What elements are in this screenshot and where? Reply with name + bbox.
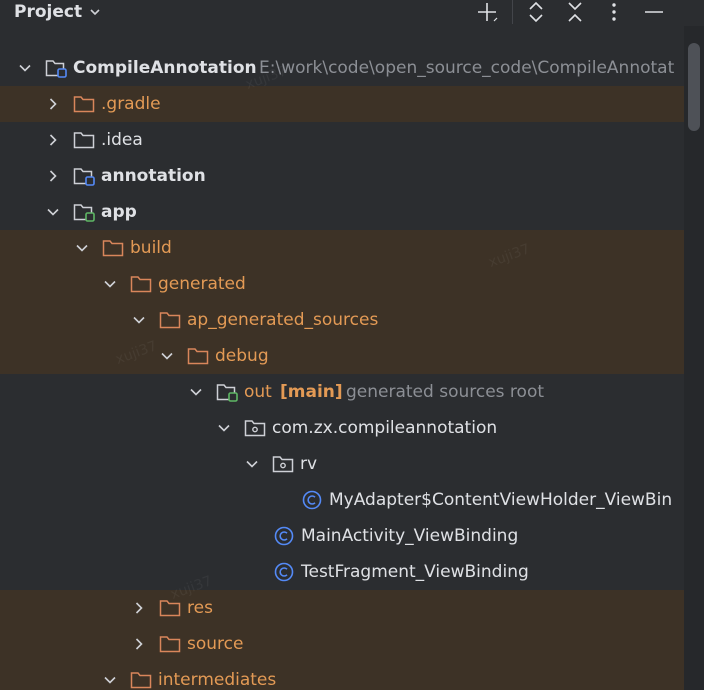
class-icon [302,490,322,510]
tree-node-label: debug [215,346,269,366]
tree-node-label: intermediates [158,670,277,690]
project-tree: CompileAnnotation E:\work\code\open_sour… [0,50,684,690]
chevron-down-icon [246,460,258,468]
tree-node-ap-generated-sources[interactable]: ap_generated_sources [0,302,684,338]
tree-node-debug[interactable]: debug [0,338,684,374]
tree-node-res[interactable]: res [0,590,684,626]
package-icon [272,456,294,473]
tree-node-myadapter-class[interactable]: MyAdapter$ContentViewHolder_ViewBin [0,482,684,518]
expand-all-icon [529,1,543,23]
tree-node-package[interactable]: com.zx.compileannotation [0,410,684,446]
folder-icon [73,132,95,149]
tree-node-label: annotation [101,166,206,186]
chevron-down-icon [190,388,202,396]
tree-node-label: res [187,598,213,618]
hide-button[interactable] [640,0,668,24]
chevron-down-icon [104,676,116,684]
scrollbar-thumb[interactable] [688,43,700,131]
folder-icon [102,240,124,257]
tree-node-gradle[interactable]: .gradle [0,86,684,122]
tree-node-label: app [101,202,137,222]
tree-node-label: MainActivity_ViewBinding [301,526,519,546]
chevron-right-icon [49,170,57,182]
tree-node-app[interactable]: app [0,194,684,230]
tree-node-label: rv [300,454,318,474]
project-tool-window-header: Project [0,0,704,26]
tree-node-label: source [187,634,244,654]
tree-node-source[interactable]: source [0,626,684,662]
folder-icon [130,672,152,689]
folder-icon [73,96,95,113]
chevron-down-icon [104,280,116,288]
tree-node-annotation[interactable]: annotation [0,158,684,194]
tree-node-label: TestFragment_ViewBinding [301,562,529,582]
folder-icon [130,276,152,293]
expand-all-button[interactable] [522,0,550,24]
chevron-down-icon [19,64,31,72]
chevron-right-icon [135,638,143,650]
tree-node-label: .idea [101,130,143,150]
add-button[interactable] [473,0,501,24]
source-root-folder-icon [216,384,238,402]
chevron-right-icon [49,134,57,146]
tree-node-compileannotation[interactable]: CompileAnnotation E:\work\code\open_sour… [0,50,684,86]
tree-node-label: CompileAnnotation [73,58,257,78]
tree-node-label: MyAdapter$ContentViewHolder_ViewBin [329,490,673,510]
tree-node-label: generated [158,274,246,294]
module-folder-icon [45,60,67,78]
module-folder-icon [73,204,95,222]
tree-node-out[interactable]: out [main] generated sources root [0,374,684,410]
toolbar-separator [512,0,513,24]
project-title: Project [14,2,83,22]
chevron-right-icon [135,602,143,614]
chevron-down-icon [90,9,100,16]
class-icon [274,562,294,582]
chevron-down-icon [133,316,145,324]
chevron-down-icon [47,208,59,216]
options-button[interactable] [600,0,628,24]
chevron-down-icon [161,352,173,360]
chevron-right-icon [49,98,57,110]
minimize-icon [645,11,663,13]
project-view-selector[interactable]: Project [14,0,102,24]
tree-node-label: ap_generated_sources [187,310,379,330]
collapse-all-icon [568,2,582,22]
tree-node-idea[interactable]: .idea [0,122,684,158]
package-icon [244,420,266,437]
collapse-all-button[interactable] [561,0,589,24]
tree-node-label: .gradle [101,94,161,114]
folder-icon [187,348,209,365]
tree-node-label: com.zx.compileannotation [272,418,498,438]
tree-node-label: build [130,238,172,258]
tree-node-generated[interactable]: generated [0,266,684,302]
tree-node-label: out [244,382,272,402]
source-root-hint: generated sources root [346,382,545,402]
folder-icon [159,636,181,653]
tree-node-rv[interactable]: rv [0,446,684,482]
class-icon [274,526,294,546]
project-path: E:\work\code\open_source_code\CompileAnn… [259,58,675,78]
tree-node-intermediates[interactable]: intermediates [0,662,684,690]
module-folder-icon [73,168,95,186]
tree-node-testfragment-class[interactable]: TestFragment_ViewBinding [0,554,684,590]
tree-node-build[interactable]: build [0,230,684,266]
folder-icon [159,600,181,617]
chevron-down-icon [76,244,88,252]
tree-node-mainactivity-class[interactable]: MainActivity_ViewBinding [0,518,684,554]
source-set-tag: [main] [280,382,343,402]
plus-icon [478,3,498,22]
folder-icon [159,312,181,329]
chevron-down-icon [218,424,230,432]
more-options-icon [612,3,616,21]
